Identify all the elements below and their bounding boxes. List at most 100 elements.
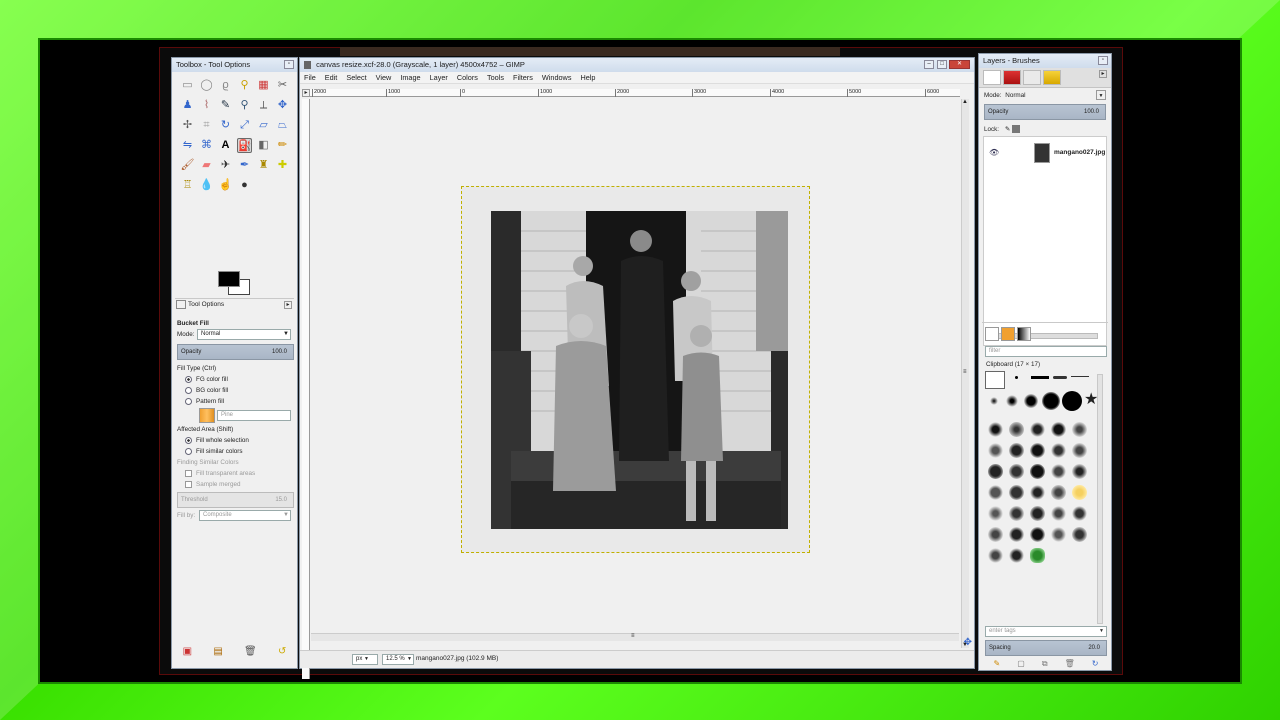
brush[interactable] <box>988 443 1003 458</box>
close-icon[interactable]: ▫ <box>284 60 294 69</box>
rotate-icon[interactable]: ↻ <box>218 118 233 133</box>
brush[interactable] <box>1051 464 1066 479</box>
smudge-icon[interactable]: ☝ <box>218 178 233 193</box>
brush[interactable] <box>1009 506 1024 521</box>
pencil-icon[interactable]: ✏ <box>275 138 290 153</box>
fg-fill-radio[interactable]: FG color fill <box>177 374 294 385</box>
brush[interactable] <box>1072 527 1087 542</box>
new-brush-icon[interactable]: ▢ <box>1017 659 1025 669</box>
brush[interactable] <box>1030 485 1045 500</box>
clone-icon[interactable]: ♜ <box>256 158 271 173</box>
close-icon[interactable]: ✕ <box>949 60 970 69</box>
fill-transparent-checkbox[interactable]: Fill transparent areas <box>177 468 294 479</box>
ruler-menu-icon[interactable]: ▸ <box>302 89 310 97</box>
paintbrush-icon[interactable]: 🖌 <box>180 158 195 173</box>
perspective-clone-icon[interactable]: ♖ <box>180 178 195 193</box>
brush[interactable] <box>1051 422 1066 437</box>
brush[interactable] <box>1009 443 1024 458</box>
delete-brush-icon[interactable]: 🗑 <box>1065 659 1075 669</box>
scale-icon[interactable]: ⤢ <box>237 118 252 133</box>
sample-merged-checkbox[interactable]: Sample merged <box>177 479 294 490</box>
pepper-brush-icon[interactable] <box>1030 548 1045 563</box>
layer-mode-value[interactable]: Normal <box>1005 92 1025 99</box>
perspective-icon[interactable]: ⏢ <box>275 118 290 133</box>
brush[interactable] <box>1009 485 1024 500</box>
refresh-brushes-icon[interactable]: ↻ <box>1092 659 1099 669</box>
paths-icon[interactable]: ⌇ <box>199 98 214 113</box>
brush-scrollbar[interactable] <box>1097 374 1103 624</box>
fill-similar-colors-radio[interactable]: Fill similar colors <box>177 446 294 457</box>
unit-select[interactable]: px ▼ <box>352 654 378 665</box>
brush[interactable] <box>1072 422 1087 437</box>
layers-tab-icon[interactable] <box>983 70 1001 85</box>
close-icon[interactable]: ▫ <box>1098 56 1108 65</box>
brush[interactable] <box>1009 527 1024 542</box>
menu-image[interactable]: Image <box>400 73 420 82</box>
patterns-tab-icon[interactable] <box>1001 327 1015 341</box>
measure-icon[interactable]: ⟂ <box>256 98 271 113</box>
pattern-fill-radio[interactable]: Pattern fill <box>177 396 294 407</box>
fuzzy-select-icon[interactable]: ⚲ <box>237 78 252 93</box>
toolbox-titlebar[interactable]: Toolbox - Tool Options ▫ <box>172 58 297 72</box>
brush[interactable] <box>1030 443 1045 458</box>
maximize-icon[interactable]: □ <box>937 60 947 69</box>
chevron-down-icon[interactable]: ▼ <box>1096 90 1106 100</box>
menu-view[interactable]: View <box>376 73 392 82</box>
color-picker-icon[interactable]: ✎ <box>218 98 233 113</box>
menu-edit[interactable]: Edit <box>325 73 338 82</box>
menu-help[interactable]: Help <box>580 73 595 82</box>
color-swatches[interactable] <box>218 271 254 299</box>
canvas-area[interactable] <box>311 99 959 648</box>
select-by-color-icon[interactable]: ▦ <box>256 78 271 93</box>
clipboard-brush[interactable] <box>985 371 1005 389</box>
brush-dot[interactable] <box>1015 376 1018 379</box>
pattern-swatch[interactable] <box>199 408 215 423</box>
minimize-icon[interactable]: – <box>924 60 934 69</box>
brush[interactable] <box>1030 422 1045 437</box>
scroll-thumb[interactable]: ≡ <box>963 369 967 375</box>
cage-icon[interactable]: ⌘ <box>199 138 214 153</box>
brush[interactable] <box>988 527 1003 542</box>
scissors-icon[interactable]: ✂ <box>275 78 290 93</box>
paths-tab-icon[interactable] <box>1023 70 1041 85</box>
menu-file[interactable]: File <box>304 73 316 82</box>
brush[interactable] <box>988 464 1003 479</box>
foreground-select-icon[interactable]: ♟ <box>180 98 195 113</box>
bucket-fill-icon[interactable]: ⛽ <box>237 138 252 153</box>
menu-select[interactable]: Select <box>346 73 366 82</box>
brush[interactable] <box>1042 392 1060 410</box>
brush[interactable] <box>1072 443 1087 458</box>
fill-by-select[interactable]: Composite ▼ <box>199 510 291 521</box>
menu-colors[interactable]: Colors <box>457 73 478 82</box>
heal-icon[interactable]: ✚ <box>275 158 290 173</box>
blend-icon[interactable]: ◧ <box>256 138 271 153</box>
brush[interactable] <box>1030 506 1045 521</box>
scroll-up-icon[interactable]: ▲ <box>962 99 968 105</box>
lock-pixels-icon[interactable]: ✎ <box>1005 126 1010 133</box>
rect-select-icon[interactable]: ▭ <box>180 78 195 93</box>
airbrush-icon[interactable]: ✈ <box>218 158 233 173</box>
tool-options-tab[interactable]: Tool Options ▸ <box>176 300 294 314</box>
brush-filter-input[interactable]: filter <box>985 346 1107 357</box>
align-icon[interactable]: ✢ <box>180 118 195 133</box>
free-select-icon[interactable]: ϱ <box>218 78 233 93</box>
menu-layer[interactable]: Layer <box>430 73 448 82</box>
brush-tags-input[interactable]: enter tags ▼ <box>985 626 1107 637</box>
scroll-thumb[interactable]: ≡ <box>631 633 635 639</box>
zoom-select[interactable]: 12.5 % ▼ <box>382 654 414 665</box>
brush[interactable] <box>1024 394 1038 408</box>
ellipse-select-icon[interactable]: ◯ <box>199 78 214 93</box>
brush[interactable] <box>1030 464 1045 479</box>
blur-icon[interactable]: 💧 <box>199 178 214 193</box>
tab-menu-icon[interactable]: ▸ <box>284 301 292 309</box>
brushes-tab-icon[interactable] <box>985 327 999 341</box>
brush[interactable] <box>1072 464 1087 479</box>
text-icon[interactable]: A <box>218 138 233 153</box>
duplicate-brush-icon[interactable]: ⧉ <box>1042 659 1048 669</box>
spacing-slider[interactable]: Spacing 20.0 <box>985 640 1107 656</box>
flip-icon[interactable]: ⇋ <box>180 138 195 153</box>
layer-opacity-slider[interactable]: Opacity 100.0 <box>984 104 1106 120</box>
dodge-burn-icon[interactable]: ● <box>237 178 252 193</box>
threshold-slider[interactable]: Threshold 15.0 <box>177 492 294 508</box>
lock-alpha-icon[interactable] <box>1011 125 1020 134</box>
